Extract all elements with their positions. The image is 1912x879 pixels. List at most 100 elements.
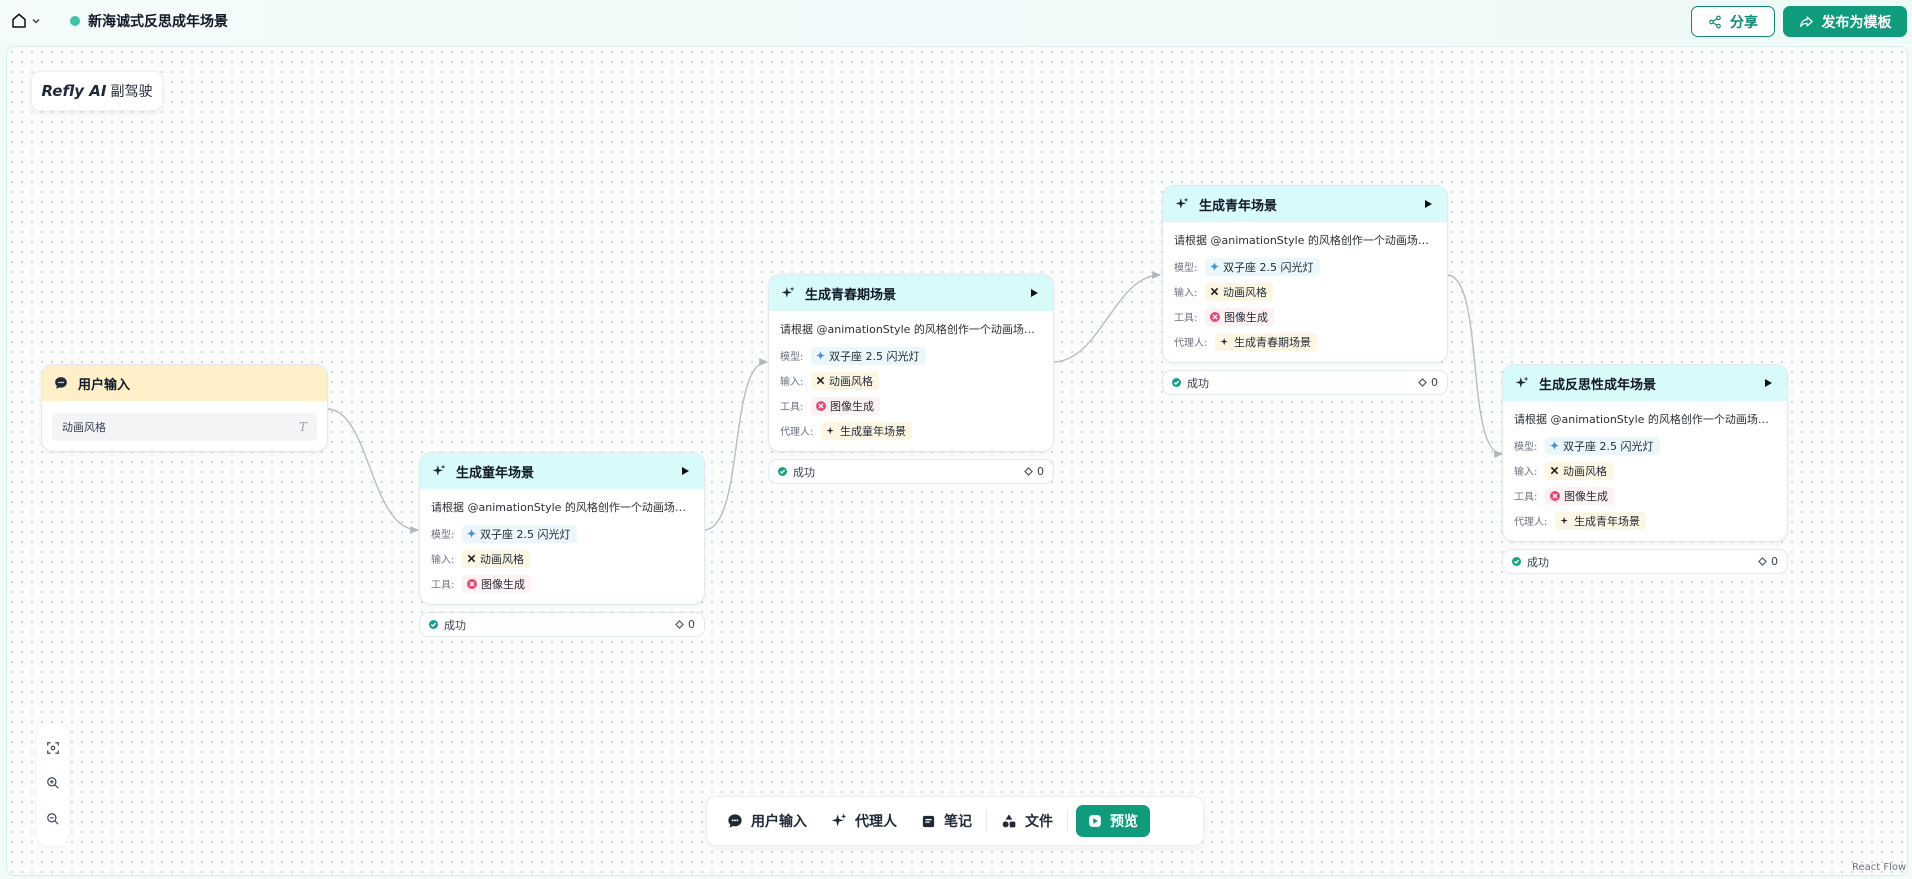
agent-chip[interactable]: 生成青年场景 (1555, 511, 1646, 530)
tool-chip[interactable]: 图像生成 (811, 396, 880, 415)
zoom-controls (37, 724, 69, 846)
agent-label: 代理人: (1514, 517, 1548, 528)
node-header: 生成反思性成年场景 (1503, 365, 1787, 401)
image-gen-icon (1550, 490, 1560, 501)
success-icon (429, 620, 438, 629)
gemini-icon (1210, 262, 1219, 271)
input-chip[interactable]: 动画风格 (462, 549, 530, 568)
model-chip[interactable]: 双子座 2.5 闪光灯 (1205, 257, 1320, 276)
model-row: 模型: 双子座 2.5 闪光灯 (780, 343, 1042, 368)
tool-label: 工具: (1514, 492, 1538, 503)
home-icon (12, 13, 26, 28)
variable-x-icon (1550, 466, 1559, 475)
publish-template-button[interactable]: 发布为模板 (1783, 6, 1907, 37)
model-name: 双子座 2.5 闪光灯 (829, 349, 920, 363)
bottom-toolbar: 用户输入 代理人 笔记 文件 预览 (706, 796, 1204, 846)
user-input-variable[interactable]: 动画风格 T (52, 413, 317, 441)
image-gen-icon (816, 400, 826, 411)
run-node-button[interactable] (1761, 376, 1775, 390)
run-node-button[interactable] (1027, 286, 1041, 300)
agent-name: 生成青春期场景 (1234, 335, 1311, 349)
toolbar-label: 用户输入 (751, 814, 807, 830)
diamond-icon (1024, 467, 1033, 476)
gemini-icon (816, 351, 825, 360)
sparkle-icon (831, 813, 847, 827)
model-chip[interactable]: 双子座 2.5 闪光灯 (462, 524, 577, 543)
node-header: 生成童年场景 (420, 453, 704, 489)
model-chip[interactable]: 双子座 2.5 闪光灯 (1545, 436, 1660, 455)
input-chip[interactable]: 动画风格 (811, 371, 879, 390)
status-text: 成功 (444, 618, 466, 632)
node-prompt: 请根据 @animationStyle 的风格创作一个动画场景。描述青年时期的场… (1174, 234, 1436, 247)
node-title: 生成青年场景 (1199, 198, 1278, 214)
gemini-icon (1550, 441, 1559, 450)
agent-chip[interactable]: 生成童年场景 (821, 421, 912, 440)
run-node-button[interactable] (678, 464, 692, 478)
zoom-out-icon (47, 812, 59, 825)
input-label: 输入: (1514, 467, 1538, 478)
credit-count: 0 (1418, 376, 1438, 389)
home-menu-button[interactable] (10, 10, 46, 32)
add-agent-button[interactable]: 代理人 (819, 805, 909, 837)
node-childhood-scene[interactable]: 生成童年场景 请根据 @animationStyle 的风格创作一个动画场景。描… (419, 452, 705, 637)
react-flow-attribution[interactable]: React Flow (1852, 862, 1906, 873)
variable-x-icon (467, 554, 476, 563)
credit-count: 0 (675, 618, 695, 631)
model-row: 模型: 双子座 2.5 闪光灯 (1174, 254, 1436, 279)
node-young-adult-scene[interactable]: 生成青年场景 请根据 @animationStyle 的风格创作一个动画场景。描… (1162, 185, 1448, 395)
add-user-input-button[interactable]: 用户输入 (715, 805, 819, 837)
copilot-brand: Refly AI (41, 82, 107, 100)
node-adolescence-scene[interactable]: 生成青春期场景 请根据 @animationStyle 的风格创作一个动画场景。… (768, 274, 1054, 484)
node-user-input[interactable]: 用户输入 动画风格 T (41, 364, 328, 452)
image-gen-icon (467, 578, 477, 589)
zoom-out-button[interactable] (46, 811, 60, 830)
model-name: 双子座 2.5 闪光灯 (480, 527, 571, 541)
tool-chip[interactable]: 图像生成 (462, 574, 531, 593)
input-chip[interactable]: 动画风格 (1205, 282, 1273, 301)
node-status-bar: 成功 0 (419, 612, 705, 637)
node-status-bar: 成功 0 (768, 459, 1054, 484)
status-dot (70, 16, 80, 26)
fit-view-button[interactable] (46, 740, 60, 759)
add-note-button[interactable]: 笔记 (909, 805, 984, 837)
agent-label: 代理人: (1174, 338, 1208, 349)
text-type-icon: T (298, 420, 307, 434)
agent-label: 代理人: (780, 427, 814, 438)
share-button-label: 分享 (1730, 14, 1758, 31)
tool-row: 工具: 图像生成 (780, 393, 1042, 418)
zoom-in-button[interactable] (46, 775, 60, 794)
input-chip[interactable]: 动画风格 (1545, 461, 1613, 480)
run-node-button[interactable] (1421, 197, 1435, 211)
diamond-icon (1758, 557, 1767, 566)
play-icon (1765, 379, 1772, 387)
model-row: 模型: 双子座 2.5 闪光灯 (1514, 433, 1776, 458)
model-name: 双子座 2.5 闪光灯 (1223, 260, 1314, 274)
node-prompt: 请根据 @animationStyle 的风格创作一个动画场景。描述反思性成年的… (1514, 413, 1776, 426)
tool-label: 工具: (431, 580, 455, 591)
node-prompt: 请根据 @animationStyle 的风格创作一个动画场景。描述童年记忆的场… (431, 501, 693, 514)
share-button[interactable]: 分享 (1691, 6, 1775, 37)
variable-name: 动画风格 (62, 421, 106, 434)
model-chip[interactable]: 双子座 2.5 闪光灯 (811, 346, 926, 365)
preview-button[interactable]: 预览 (1076, 805, 1150, 837)
agent-chip[interactable]: 生成青春期场景 (1215, 332, 1317, 351)
copilot-button[interactable]: Refly AI 副驾驶 (31, 71, 163, 111)
chat-icon (55, 377, 67, 389)
add-file-button[interactable]: 文件 (989, 805, 1065, 837)
gemini-icon (467, 529, 476, 538)
node-reflective-adult-scene[interactable]: 生成反思性成年场景 请根据 @animationStyle 的风格创作一个动画场… (1502, 364, 1788, 574)
tool-name: 图像生成 (830, 399, 874, 413)
tool-chip[interactable]: 图像生成 (1545, 486, 1614, 505)
tool-chip[interactable]: 图像生成 (1205, 307, 1274, 326)
input-row: 输入: 动画风格 (1514, 458, 1776, 483)
credit-count-value: 0 (1037, 465, 1044, 478)
diamond-icon (1418, 378, 1427, 387)
diamond-icon (675, 620, 684, 629)
model-name: 双子座 2.5 闪光灯 (1563, 439, 1654, 453)
input-name: 动画风格 (480, 552, 524, 566)
publish-button-label: 发布为模板 (1821, 14, 1892, 31)
variable-x-icon (816, 376, 825, 385)
play-icon (1425, 200, 1432, 208)
sparkle-icon (826, 426, 834, 434)
success-icon (778, 467, 787, 476)
